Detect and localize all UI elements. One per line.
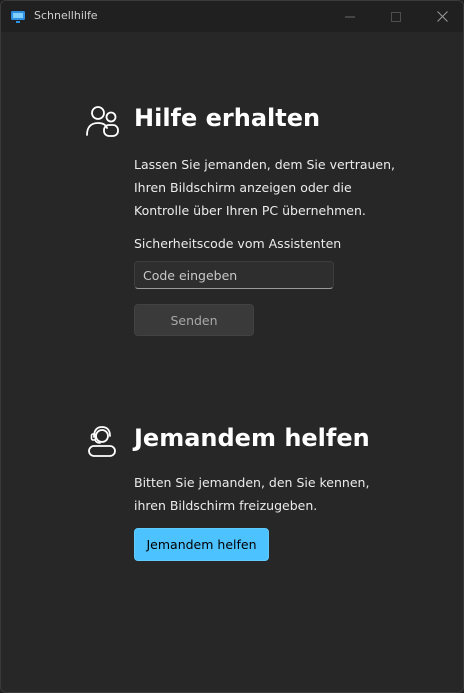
minimize-icon bbox=[345, 16, 355, 17]
close-button[interactable] bbox=[419, 1, 463, 32]
give-help-heading: Jemandem helfen bbox=[134, 424, 370, 452]
help-someone-button[interactable]: Jemandem helfen bbox=[134, 528, 269, 561]
give-help-description: Bitten Sie jemanden, den Sie kennen, ihr… bbox=[134, 475, 370, 513]
get-help-description: Lassen Sie jemanden, dem Sie vertrauen, … bbox=[134, 157, 396, 218]
window-title: Schnellhilfe bbox=[34, 9, 98, 22]
maximize-icon bbox=[391, 11, 401, 22]
minimize-button[interactable] bbox=[327, 1, 373, 32]
security-code-label: Sicherheitscode vom Assistenten bbox=[134, 236, 342, 251]
send-button[interactable]: Senden bbox=[134, 304, 254, 336]
get-help-heading: Hilfe erhalten bbox=[134, 104, 321, 132]
quick-assist-window: Schnellhilfe Hilfe erhalten Lassen Sie j… bbox=[0, 0, 464, 693]
close-icon bbox=[436, 11, 448, 22]
quick-assist-icon bbox=[11, 11, 25, 23]
security-code-input[interactable] bbox=[134, 261, 334, 289]
title-bar[interactable]: Schnellhilfe bbox=[1, 1, 463, 32]
maximize-button[interactable] bbox=[373, 1, 419, 32]
people-icon bbox=[86, 106, 119, 137]
headset-person-icon bbox=[88, 426, 116, 457]
